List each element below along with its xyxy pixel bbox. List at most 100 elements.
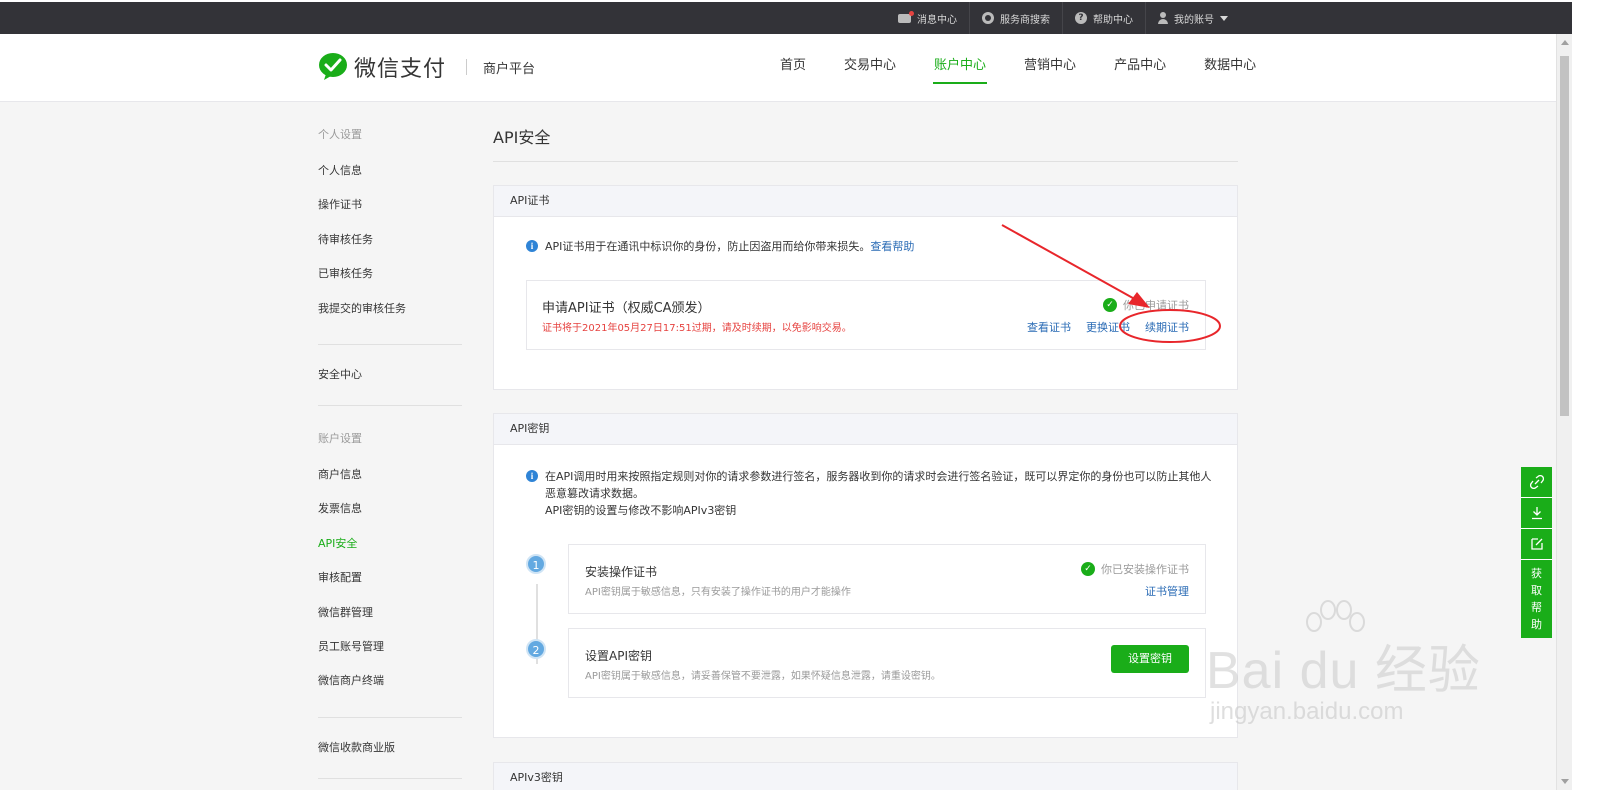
key-tip-line: 在API调用时用来按照指定规则对你的请求参数进行签名，服务器收到你的请求时会进行… bbox=[545, 470, 1212, 483]
cert-tip: i API证书用于在通讯中标识你的身份，防止因盗用而给你带来损失。 查看帮助 bbox=[526, 238, 914, 255]
key-tip: i 在API调用时用来按照指定规则对你的请求参数进行签名，服务器收到你的请求时会… bbox=[526, 468, 1211, 519]
my-account-menu[interactable]: 我的账号 bbox=[1145, 2, 1240, 34]
link-icon bbox=[1529, 475, 1544, 489]
help-center-link[interactable]: ? 帮助中心 bbox=[1062, 2, 1145, 34]
messages-label: 消息中心 bbox=[917, 14, 957, 26]
step-description: API密钥属于敏感信息，只有安装了操作证书的用户才能操作 bbox=[585, 587, 851, 598]
nav-products[interactable]: 产品中心 bbox=[1101, 34, 1179, 102]
sidebar-item-merchant-info[interactable]: 商户信息 bbox=[318, 464, 462, 498]
sidebar: 个人设置 个人信息 操作证书 待审核任务 已审核任务 我提交的审核任务 安全中心… bbox=[318, 102, 462, 779]
sidebar-item-review-config[interactable]: 审核配置 bbox=[318, 567, 462, 601]
view-cert-link[interactable]: 查看证书 bbox=[1027, 319, 1071, 335]
sidebar-bottom-group: 微信收款商业版 bbox=[318, 718, 462, 779]
get-help-button[interactable]: 获取帮助 bbox=[1521, 560, 1552, 638]
sidebar-item-pending-tasks[interactable]: 待审核任务 bbox=[318, 229, 462, 263]
sidebar-item-staff-accounts[interactable]: 员工账号管理 bbox=[318, 636, 462, 670]
wechat-pay-logo[interactable]: 微信支付 商户平台 bbox=[318, 51, 535, 83]
nav-data[interactable]: 数据中心 bbox=[1191, 34, 1269, 102]
api-cert-panel: API证书 i API证书用于在通讯中标识你的身份，防止因盗用而给你带来损失。 … bbox=[493, 185, 1238, 390]
sidebar-item-wechat-group[interactable]: 微信群管理 bbox=[318, 602, 462, 636]
nav-transactions[interactable]: 交易中心 bbox=[831, 34, 909, 102]
platform-label: 商户平台 bbox=[483, 61, 536, 77]
download-icon bbox=[1531, 507, 1542, 520]
sidebar-personal-group: 个人设置 个人信息 操作证书 待审核任务 已审核任务 我提交的审核任务 bbox=[318, 102, 462, 345]
key-tip-line: 恶意篡改请求数据。 bbox=[545, 487, 644, 500]
sidebar-item-reviewed-tasks[interactable]: 已审核任务 bbox=[318, 263, 462, 297]
cert-tip-text: API证书用于在通讯中标识你的身份，防止因盗用而给你带来损失。 bbox=[545, 240, 871, 253]
logo-text: 微信支付 bbox=[354, 57, 447, 82]
check-icon: ✓ bbox=[1081, 562, 1095, 576]
window-gutter bbox=[1572, 0, 1600, 790]
watermark-url-text: jingyan.baidu.com bbox=[1210, 698, 1404, 725]
sidebar-item-submitted-tasks[interactable]: 我提交的审核任务 bbox=[318, 298, 462, 332]
sidebar-item-personal-info[interactable]: 个人信息 bbox=[318, 160, 462, 194]
question-icon: ? bbox=[1075, 12, 1087, 24]
cert-management-link[interactable]: 证书管理 bbox=[1145, 583, 1189, 599]
title-divider bbox=[493, 161, 1238, 162]
sidebar-account-group: 账户设置 商户信息 发票信息 API安全 审核配置 微信群管理 员工账号管理 微… bbox=[318, 406, 462, 718]
sidebar-group-title: 个人设置 bbox=[318, 128, 362, 141]
check-icon: ✓ bbox=[1103, 298, 1117, 312]
sidebar-item-security-center[interactable]: 安全中心 bbox=[318, 359, 462, 391]
download-button[interactable] bbox=[1521, 498, 1552, 529]
provider-search-link[interactable]: 服务商搜索 bbox=[969, 2, 1062, 34]
step-number: 1 bbox=[526, 554, 546, 574]
apply-cert-card: 申请API证书（权威CA颁发） 证书将于2021年05月27日17:51过期，请… bbox=[526, 280, 1206, 350]
api-key-panel: API密钥 i 在API调用时用来按照指定规则对你的请求参数进行签名，服务器收到… bbox=[493, 413, 1238, 738]
step-status-text: 你已安装操作证书 bbox=[1101, 563, 1189, 576]
set-key-button[interactable]: 设置密钥 bbox=[1111, 645, 1189, 673]
page-scrollbar[interactable] bbox=[1556, 34, 1572, 790]
sidebar-item-business-edition[interactable]: 微信收款商业版 bbox=[318, 732, 462, 764]
logo-divider bbox=[466, 59, 468, 75]
edit-icon bbox=[1530, 538, 1543, 550]
key-tip-body: 在API调用时用来按照指定规则对你的请求参数进行签名，服务器收到你的请求时会进行… bbox=[545, 468, 1211, 519]
sidebar-item-invoice-info[interactable]: 发票信息 bbox=[318, 498, 462, 532]
messages-link[interactable]: 消息中心 bbox=[886, 2, 969, 34]
panel-heading: API证书 bbox=[494, 186, 1237, 217]
nav-account-center[interactable]: 账户中心 bbox=[921, 34, 999, 102]
apply-cert-title: 申请API证书（权威CA颁发） bbox=[542, 301, 711, 316]
share-link-button[interactable] bbox=[1521, 467, 1552, 498]
cert-status: ✓ 你已申请证书 bbox=[1103, 297, 1189, 313]
cert-status-text: 你已申请证书 bbox=[1123, 299, 1189, 312]
install-cert-step: 安装操作证书 API密钥属于敏感信息，只有安装了操作证书的用户才能操作 ✓ 你已… bbox=[568, 544, 1206, 614]
scroll-down-icon[interactable] bbox=[1561, 779, 1569, 784]
watermark-main-text: Bai du 经验 bbox=[1206, 642, 1481, 700]
sidebar-group-title: 账户设置 bbox=[318, 431, 362, 445]
step-title: 设置API密钥 bbox=[585, 649, 652, 663]
set-key-step: 设置API密钥 API密钥属于敏感信息，请妥善保管不要泄露，如果怀疑信息泄露，请… bbox=[568, 628, 1206, 698]
edit-button[interactable] bbox=[1521, 529, 1552, 560]
renew-cert-link[interactable]: 续期证书 bbox=[1145, 319, 1189, 335]
nav-marketing[interactable]: 营销中心 bbox=[1011, 34, 1089, 102]
sidebar-item-merchant-terminal[interactable]: 微信商户终端 bbox=[318, 670, 462, 704]
mail-icon bbox=[898, 10, 914, 23]
replace-cert-link[interactable]: 更换证书 bbox=[1086, 319, 1130, 335]
top-utility-bar: 消息中心 服务商搜索 ? 帮助中心 我的账号 bbox=[0, 0, 1600, 34]
caret-down-icon bbox=[1220, 15, 1228, 21]
sidebar-item-api-security[interactable]: API安全 bbox=[318, 533, 462, 567]
panel-heading: API密钥 bbox=[494, 414, 1237, 445]
info-icon: i bbox=[526, 240, 538, 252]
sidebar-security-group: 安全中心 bbox=[318, 345, 462, 406]
wechat-pay-logo-icon bbox=[319, 53, 347, 80]
nav-home[interactable]: 首页 bbox=[767, 34, 819, 102]
provider-search-label: 服务商搜索 bbox=[1000, 14, 1050, 26]
page-title: API安全 bbox=[493, 128, 551, 147]
main-content: API安全 API证书 i API证书用于在通讯中标识你的身份，防止因盗用而给你… bbox=[493, 102, 1238, 790]
cert-expiry-warning: 证书将于2021年05月27日17:51过期，请及时续期，以免影响交易。 bbox=[542, 323, 852, 334]
main-header: 微信支付 商户平台 首页 交易中心 账户中心 营销中心 产品中心 数据中心 bbox=[0, 34, 1556, 102]
info-icon: i bbox=[526, 470, 538, 482]
main-nav: 首页 交易中心 账户中心 营销中心 产品中心 数据中心 bbox=[755, 34, 1269, 102]
sidebar-item-operation-cert[interactable]: 操作证书 bbox=[318, 194, 462, 228]
step-description: API密钥属于敏感信息，请妥善保管不要泄露，如果怀疑信息泄露，请重设密钥。 bbox=[585, 671, 941, 682]
step-title: 安装操作证书 bbox=[585, 565, 658, 579]
scroll-thumb[interactable] bbox=[1560, 56, 1569, 416]
my-account-label: 我的账号 bbox=[1174, 14, 1214, 26]
baidu-watermark: Bai du 经验 jingyan.baidu.com bbox=[1200, 600, 1500, 740]
view-help-link[interactable]: 查看帮助 bbox=[870, 238, 914, 255]
cert-actions: 查看证书 更换证书 续期证书 bbox=[1027, 319, 1189, 335]
scroll-up-icon[interactable] bbox=[1561, 40, 1569, 45]
help-center-label: 帮助中心 bbox=[1093, 14, 1133, 26]
panel-heading: APIv3密钥 bbox=[494, 763, 1237, 790]
top-utility-links: 消息中心 服务商搜索 ? 帮助中心 我的账号 bbox=[886, 2, 1240, 34]
